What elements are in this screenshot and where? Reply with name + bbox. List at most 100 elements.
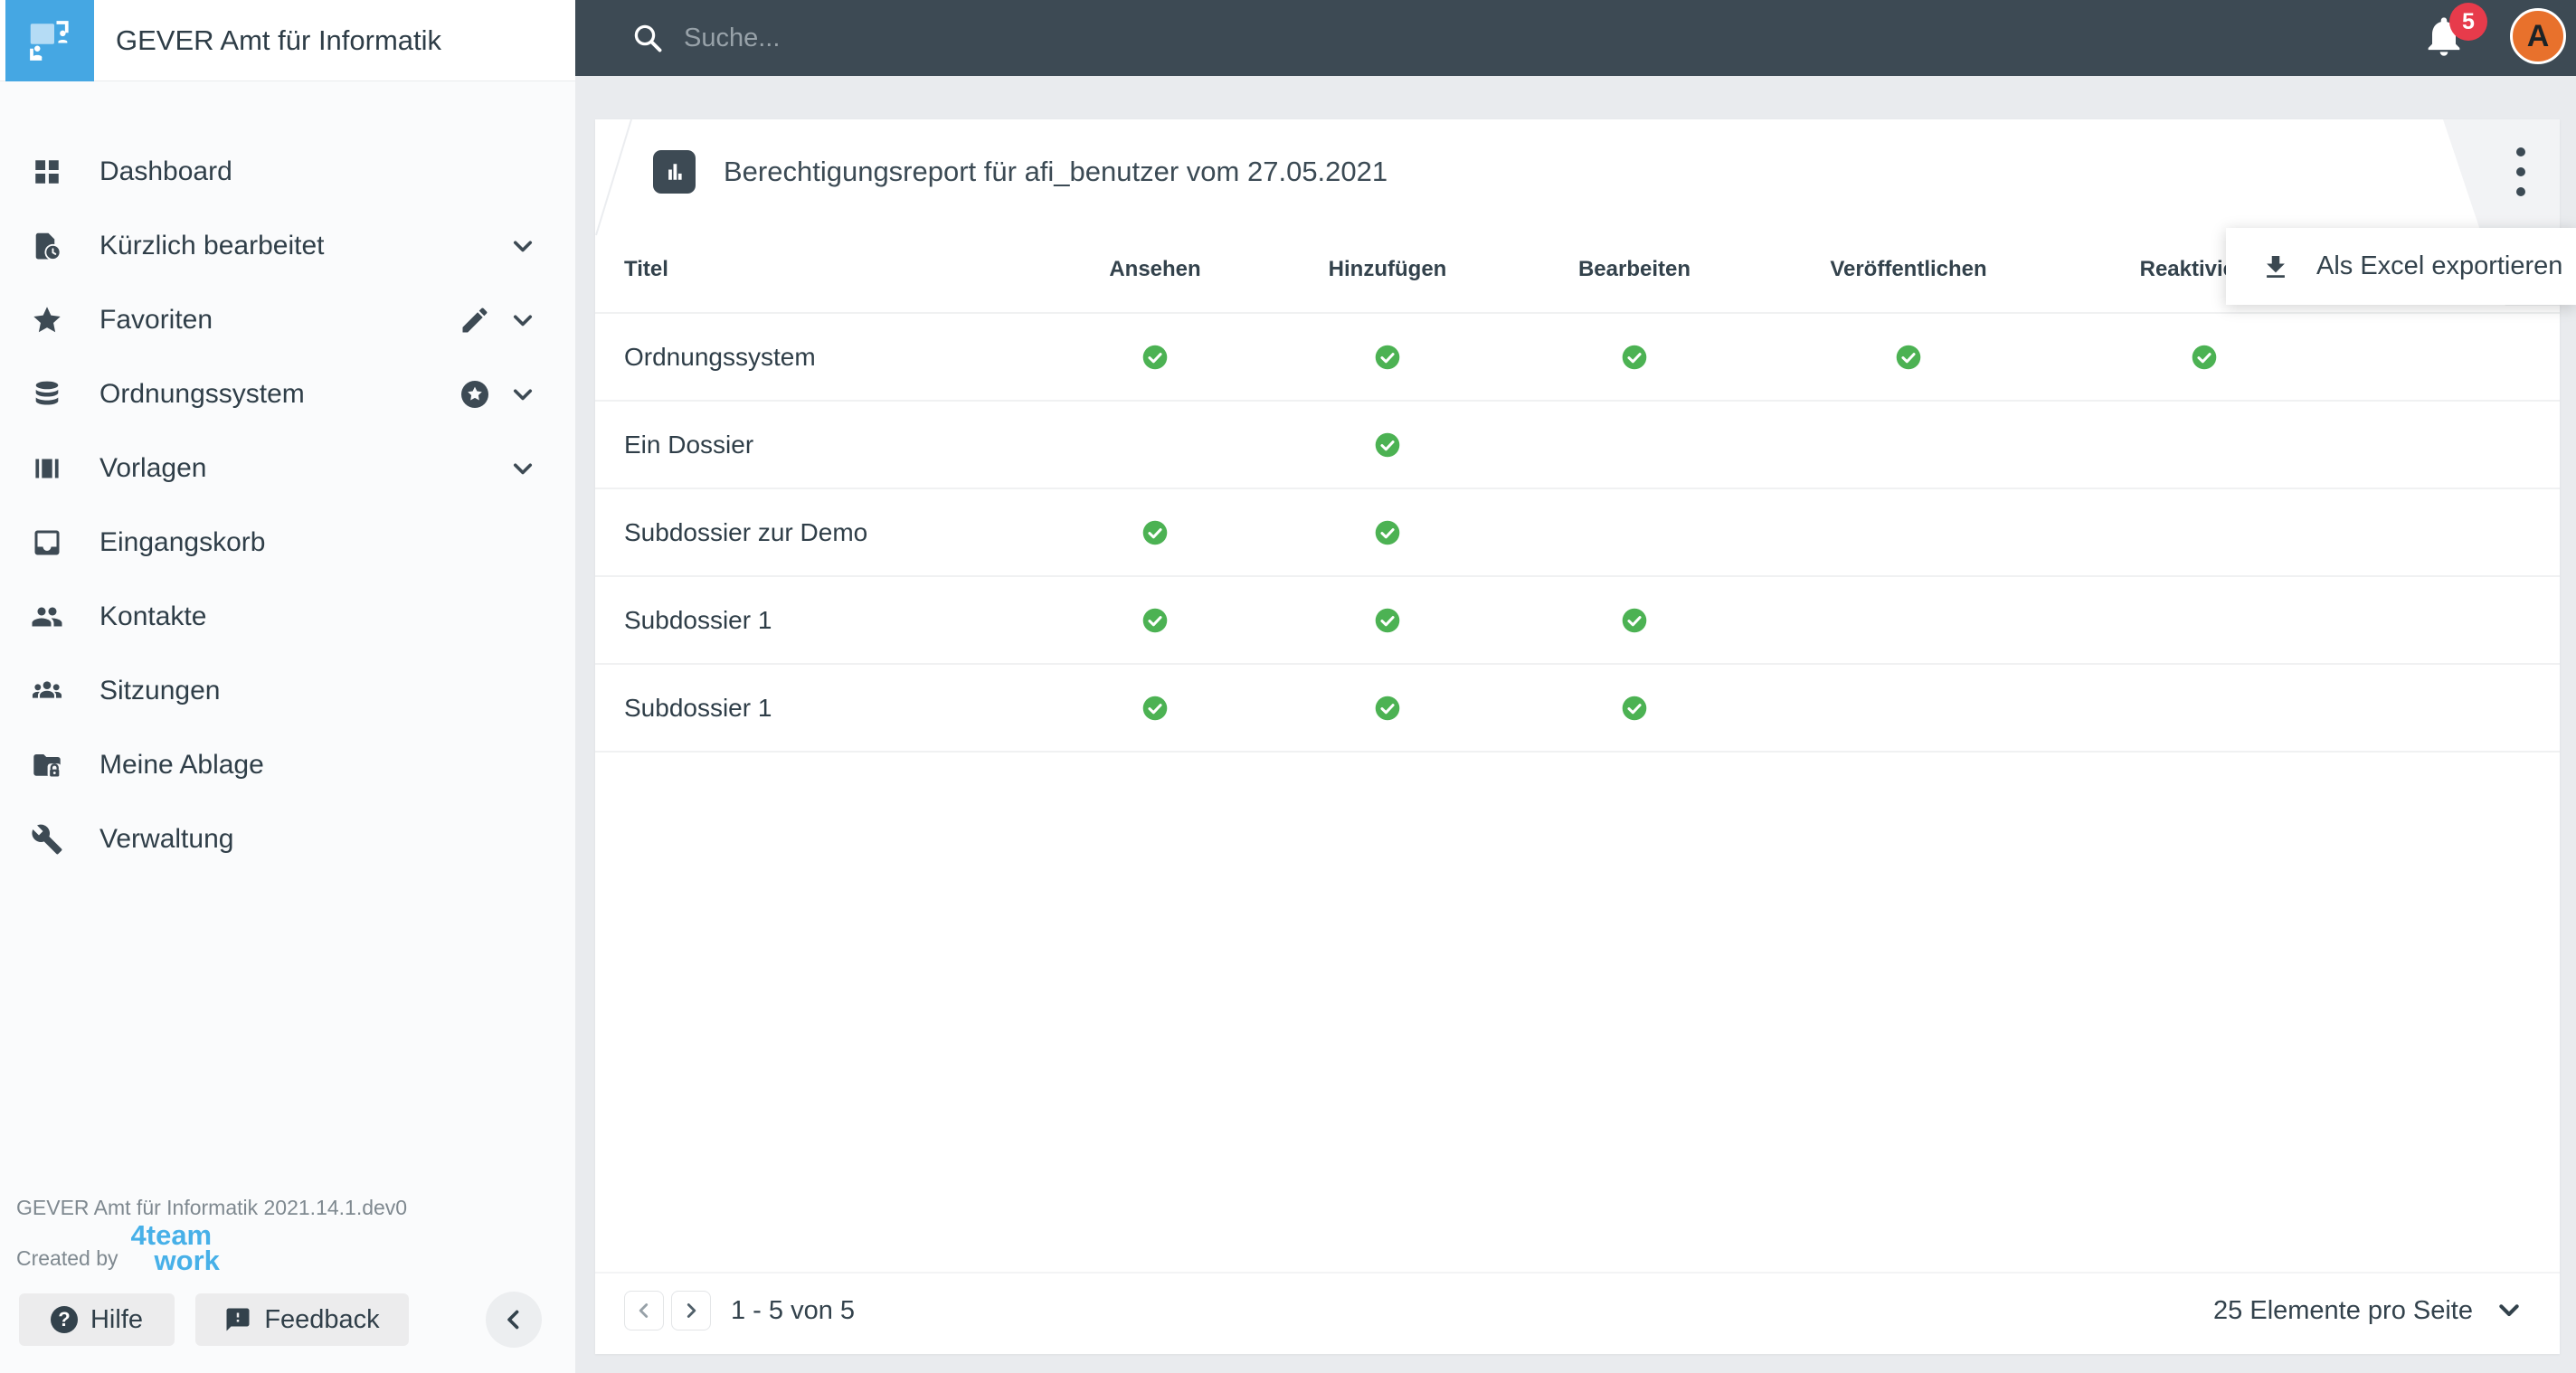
meetings-icon xyxy=(32,681,62,698)
row-title[interactable]: Subdossier 1 xyxy=(624,694,772,723)
star-circle-icon[interactable] xyxy=(459,378,491,411)
check-icon xyxy=(1375,519,1401,545)
sidebar-item-label: Eingangskorb xyxy=(99,527,266,557)
sidebar-item-label: Favoriten xyxy=(99,305,213,335)
wrench-icon xyxy=(32,824,62,855)
sidebar-item-label: Sitzungen xyxy=(99,676,221,705)
sidebar-item-ordnungssystem[interactable]: Ordnungssystem xyxy=(0,358,575,431)
check-icon xyxy=(1622,607,1648,633)
recent-document-icon xyxy=(35,232,62,260)
check-icon xyxy=(1142,695,1169,721)
kebab-menu-button[interactable] xyxy=(2496,147,2546,197)
dashboard-grid-icon xyxy=(35,160,59,184)
check-icon xyxy=(1375,431,1401,458)
help-button[interactable]: ? Hilfe xyxy=(19,1293,175,1346)
created-by-label: Created by xyxy=(16,1245,118,1270)
chevron-down-icon[interactable] xyxy=(507,452,539,485)
sidebar-item-label: Vorlagen xyxy=(99,453,207,483)
sidebar-item-vorlagen[interactable]: Vorlagen xyxy=(0,432,575,505)
feedback-label: Feedback xyxy=(264,1304,380,1334)
sidebar-collapse-button[interactable] xyxy=(486,1292,542,1348)
check-icon xyxy=(1375,695,1401,721)
check-icon xyxy=(1142,344,1169,370)
per-page-label: 25 Elemente pro Seite xyxy=(2213,1295,2473,1325)
column-header-veroeffentlichen[interactable]: Veröffentlichen xyxy=(1830,257,1986,282)
column-header-titel[interactable]: Titel xyxy=(624,257,668,282)
chevron-down-icon[interactable] xyxy=(507,304,539,336)
app-title: GEVER Amt für Informatik xyxy=(116,24,442,56)
feedback-icon xyxy=(226,1308,250,1331)
sidebar-item-dashboard[interactable]: Dashboard xyxy=(0,136,575,208)
column-header-bearbeiten[interactable]: Bearbeiten xyxy=(1578,257,1690,282)
search-icon xyxy=(634,24,662,52)
row-title[interactable]: Ein Dossier xyxy=(624,431,753,459)
pagination-range-label: 1 - 5 von 5 xyxy=(731,1295,856,1325)
chevron-down-icon[interactable] xyxy=(507,230,539,262)
chevron-right-icon xyxy=(687,1303,696,1318)
avatar[interactable]: A xyxy=(2510,8,2566,64)
check-icon xyxy=(1142,519,1169,545)
sidebar-item-kontakte[interactable]: Kontakte xyxy=(0,581,575,653)
star-icon xyxy=(33,307,61,333)
check-icon xyxy=(1622,695,1648,721)
global-search[interactable] xyxy=(631,22,2576,54)
sidebar-item-eingangskorb[interactable]: Eingangskorb xyxy=(0,507,575,579)
pencil-icon[interactable] xyxy=(459,304,491,336)
gever-logo-icon xyxy=(30,20,69,61)
table-body: Ordnungssystem Ein Dossier Subdossier zur … xyxy=(595,314,2560,753)
notification-badge: 5 xyxy=(2449,3,2487,41)
sidebar-header: GEVER Amt für Informatik xyxy=(0,0,575,81)
chevron-down-icon[interactable] xyxy=(507,378,539,411)
sidebar-item-verwaltung[interactable]: Verwaltung xyxy=(0,803,575,876)
pagination-separator xyxy=(595,1272,2560,1274)
report-title: Berechtigungsreport für afi_benutzer vom… xyxy=(724,156,1388,187)
check-icon xyxy=(1142,607,1169,633)
check-icon xyxy=(1622,344,1648,370)
contacts-icon xyxy=(32,607,62,627)
top-bar: 5 A xyxy=(575,0,2576,76)
search-input[interactable] xyxy=(684,23,1498,53)
column-header-hinzufuegen[interactable]: Hinzufügen xyxy=(1329,257,1447,282)
chevron-down-icon xyxy=(2499,1304,2519,1317)
sidebar-item-label: Meine Ablage xyxy=(99,750,264,780)
help-label: Hilfe xyxy=(90,1304,143,1334)
chevron-left-icon xyxy=(639,1303,649,1318)
sidebar-item-label: Dashboard xyxy=(99,156,232,186)
sidebar: GEVER Amt für Informatik Dashboard Kürzl… xyxy=(0,0,575,1373)
report-header: Berechtigungsreport für afi_benutzer vom… xyxy=(595,119,2560,224)
notifications-button[interactable]: 5 xyxy=(2420,3,2487,67)
sidebar-item-favoriten[interactable]: Favoriten xyxy=(0,284,575,356)
table-row: Subdossier 1 xyxy=(595,665,2560,753)
table-row: Ordnungssystem xyxy=(595,314,2560,402)
chevron-left-icon xyxy=(507,1310,519,1330)
report-chart-icon xyxy=(653,150,696,194)
app-version: GEVER Amt für Informatik 2021.14.1.dev0 xyxy=(16,1196,408,1219)
export-menu-label: Als Excel exportieren xyxy=(2316,251,2563,280)
4teamwork-logo[interactable]: 4team work xyxy=(131,1221,220,1276)
table-row: Subdossier 1 xyxy=(595,577,2560,665)
row-title[interactable]: Ordnungssystem xyxy=(624,343,816,372)
sidebar-item-kuerzlich-bearbeitet[interactable]: Kürzlich bearbeitet xyxy=(0,210,575,282)
sidebar-item-sitzungen[interactable]: Sitzungen xyxy=(0,655,575,727)
row-title[interactable]: Subdossier zur Demo xyxy=(624,518,867,547)
database-icon xyxy=(35,381,59,405)
inbox-icon xyxy=(34,530,60,555)
check-icon xyxy=(1896,344,1922,370)
feedback-button[interactable]: Feedback xyxy=(195,1293,409,1346)
sidebar-item-label: Verwaltung xyxy=(99,824,234,854)
app-logo[interactable] xyxy=(5,0,94,81)
table-row: Ein Dossier xyxy=(595,402,2560,489)
column-header-ansehen[interactable]: Ansehen xyxy=(1109,257,1200,282)
row-title[interactable]: Subdossier 1 xyxy=(624,606,772,635)
table-row: Subdossier zur Demo xyxy=(595,489,2560,577)
check-icon xyxy=(2192,344,2218,370)
previous-page-button[interactable] xyxy=(624,1291,664,1330)
export-menu-item[interactable]: Als Excel exportieren xyxy=(2226,228,2576,305)
brand-line2: work xyxy=(154,1245,220,1276)
download-icon xyxy=(2267,255,2285,278)
help-icon: ? xyxy=(50,1306,78,1333)
per-page-select[interactable]: 25 Elemente pro Seite xyxy=(2213,1291,2524,1330)
templates-icon xyxy=(35,459,59,478)
next-page-button[interactable] xyxy=(671,1291,711,1330)
sidebar-item-meine-ablage[interactable]: Meine Ablage xyxy=(0,729,575,801)
